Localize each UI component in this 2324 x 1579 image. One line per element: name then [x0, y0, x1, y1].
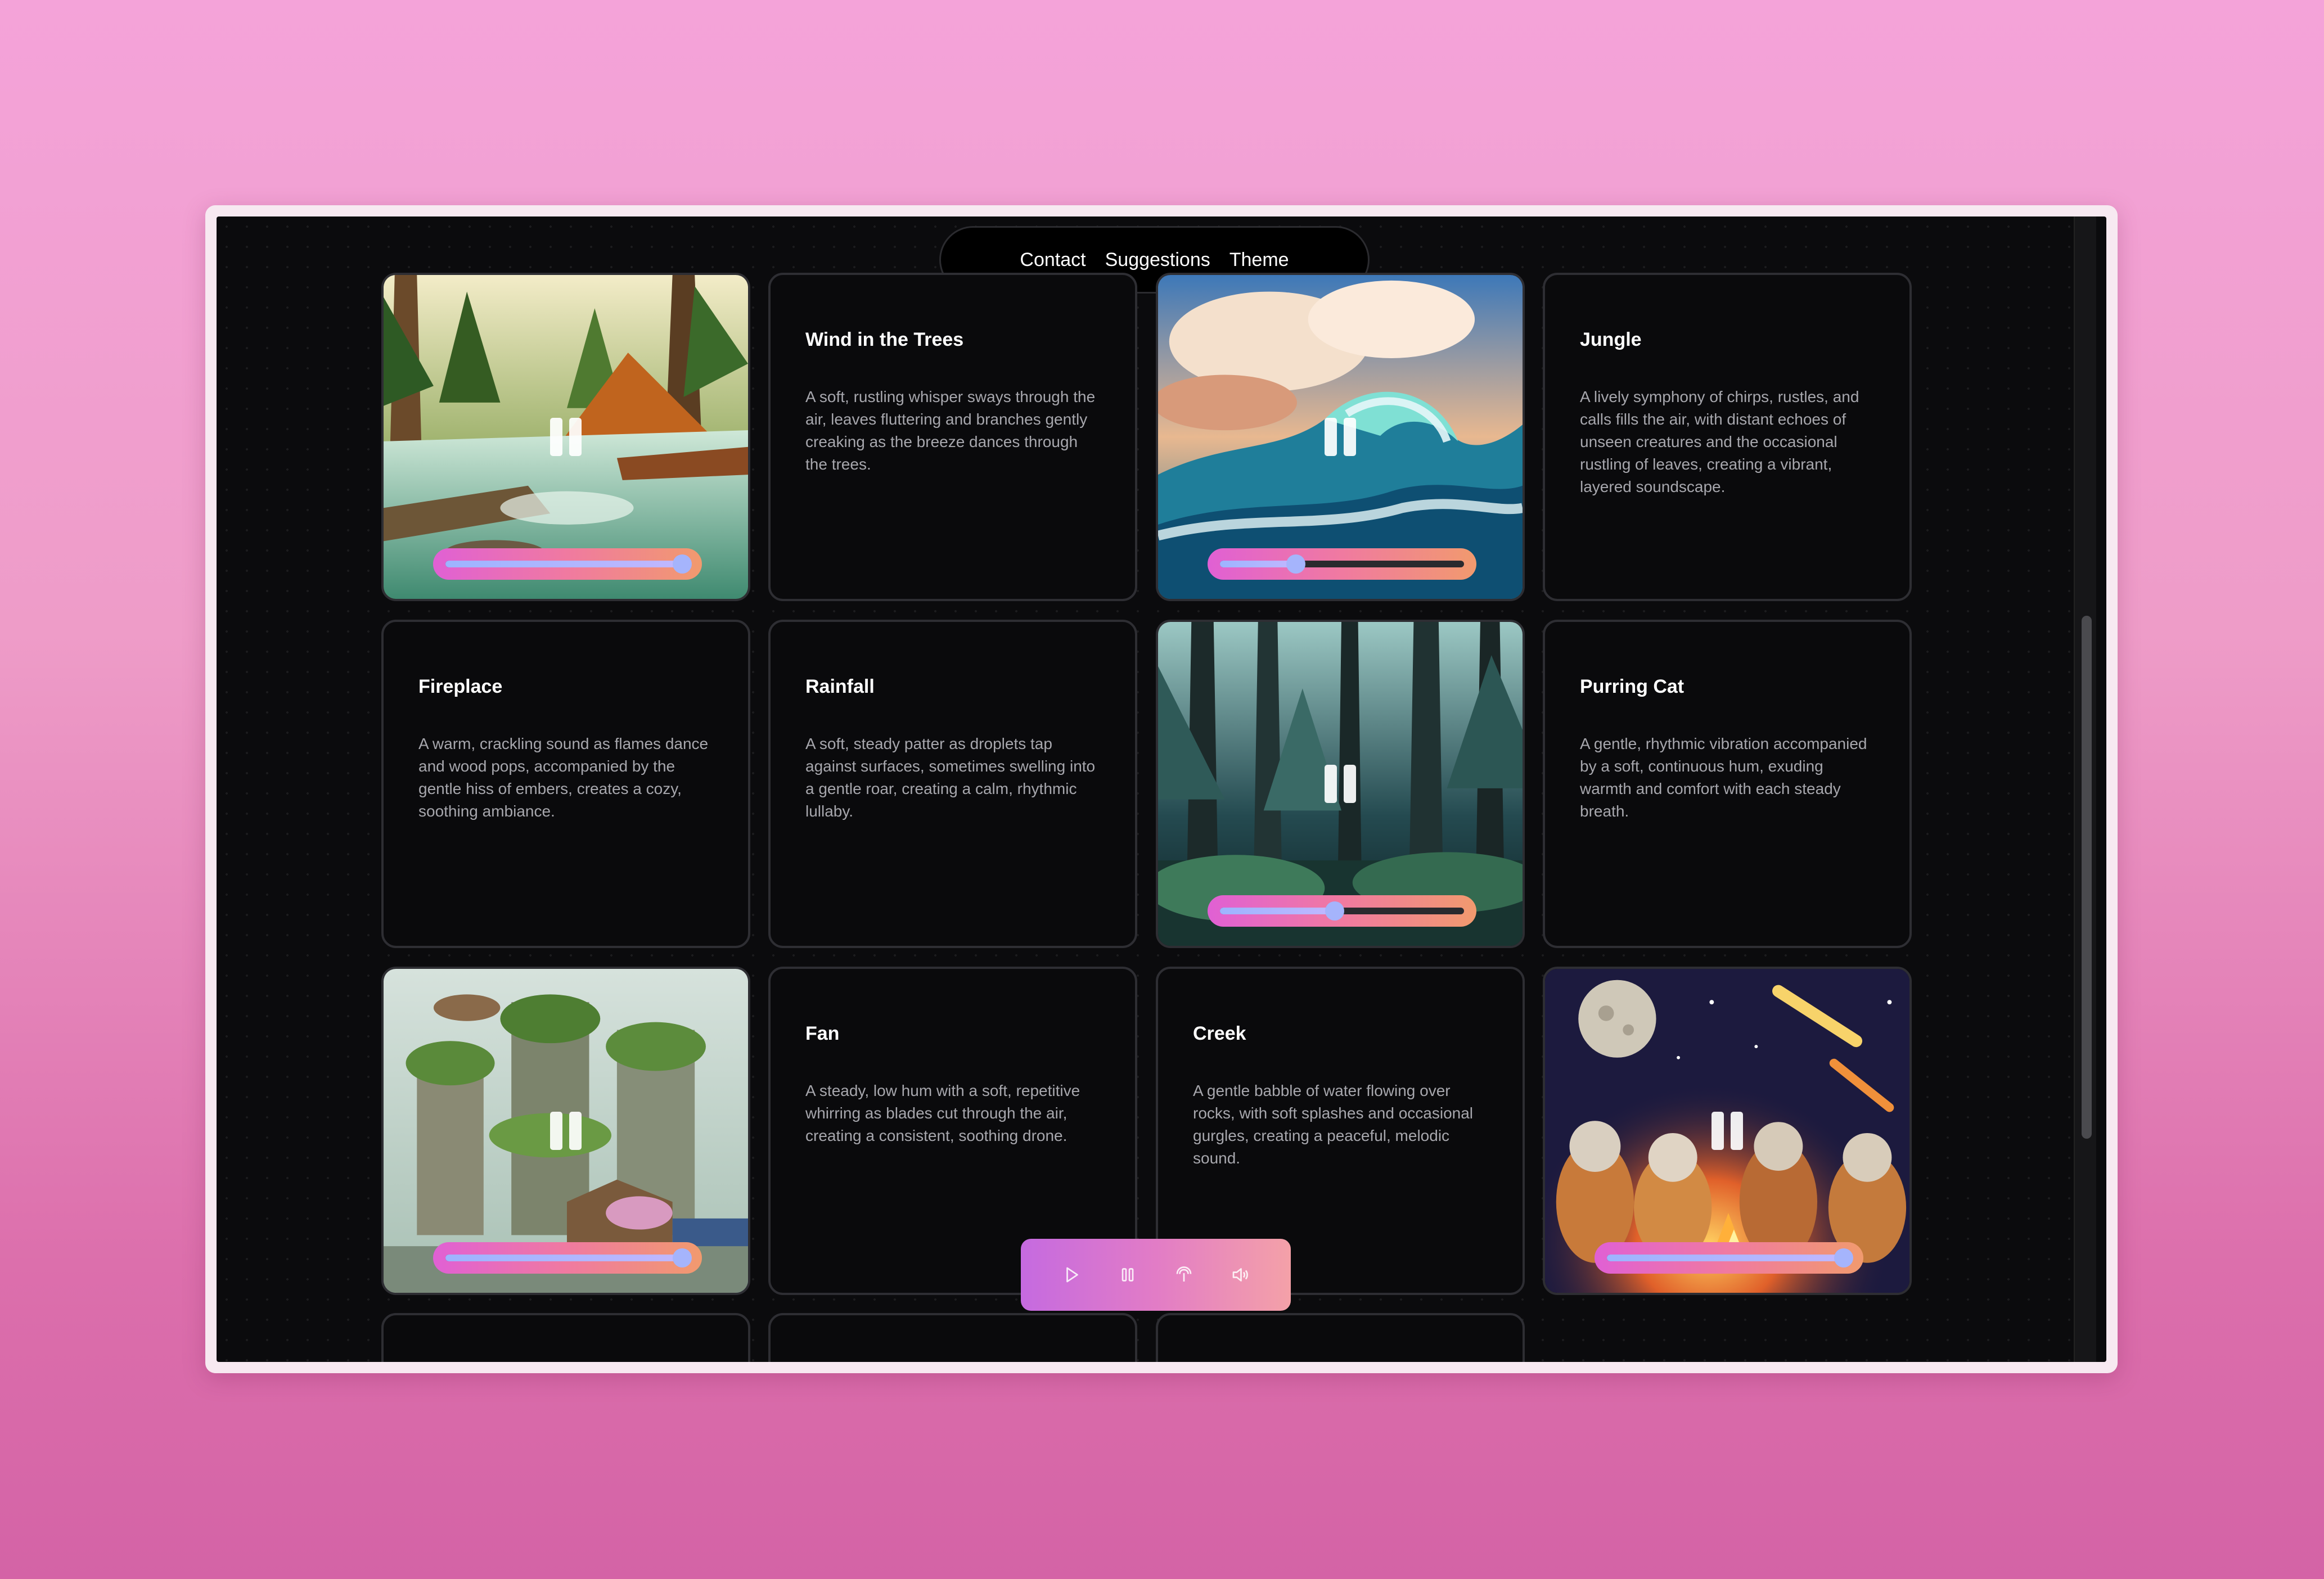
card-title: Creek	[1193, 1023, 1246, 1044]
volume-slider-waves[interactable]	[1208, 548, 1476, 580]
volume-slider-forest[interactable]	[1208, 895, 1476, 927]
sound-card-partial[interactable]	[768, 1313, 1137, 1362]
sound-card-partial[interactable]	[381, 1313, 750, 1362]
global-player-bar	[1021, 1239, 1291, 1311]
card-description: A warm, crackling sound as flames dance …	[418, 735, 709, 820]
app-window: Contact Suggestions Theme Wind in the Tr…	[205, 205, 2118, 1373]
volume-icon[interactable]	[1223, 1258, 1257, 1292]
sound-card-campfire[interactable]	[1543, 967, 1912, 1295]
card-description: A soft, steady patter as droplets tap ag…	[805, 735, 1096, 820]
pause-icon[interactable]	[550, 418, 582, 456]
sound-card-rainfall[interactable]: Rainfall A soft, steady patter as drople…	[768, 620, 1137, 948]
card-description: A lively symphony of chirps, rustles, an…	[1580, 388, 1859, 495]
sound-card-fireplace[interactable]: Fireplace A warm, crackling sound as fla…	[381, 620, 750, 948]
card-title: Rainfall	[805, 676, 875, 697]
volume-slider-river[interactable]	[433, 548, 702, 580]
volume-slider-campfire[interactable]	[1595, 1242, 1863, 1274]
app-screen: Contact Suggestions Theme Wind in the Tr…	[217, 216, 2106, 1362]
sound-card-jungle[interactable]: Jungle A lively symphony of chirps, rust…	[1543, 273, 1912, 601]
nav-contact[interactable]: Contact	[1020, 249, 1086, 271]
sound-card-forest[interactable]	[1156, 620, 1525, 948]
pause-icon[interactable]	[1325, 418, 1356, 456]
card-title: Wind in the Trees	[805, 329, 964, 350]
sound-card-cat[interactable]: Purring Cat A gentle, rhythmic vibration…	[1543, 620, 1912, 948]
card-description: A gentle babble of water flowing over ro…	[1193, 1082, 1474, 1167]
nav-suggestions[interactable]: Suggestions	[1105, 249, 1210, 271]
card-description: A steady, low hum with a soft, repetitiv…	[805, 1082, 1080, 1144]
card-title: Fireplace	[418, 676, 503, 697]
card-title: Fan	[805, 1023, 840, 1044]
pause-icon[interactable]	[1325, 765, 1356, 803]
card-title: Jungle	[1580, 329, 1642, 350]
broadcast-icon[interactable]	[1167, 1258, 1201, 1292]
sound-card-river[interactable]	[381, 273, 750, 601]
play-icon[interactable]	[1055, 1258, 1088, 1292]
card-description: A gentle, rhythmic vibration accompanied…	[1580, 735, 1867, 820]
card-title: Purring Cat	[1580, 676, 1685, 697]
volume-slider-city[interactable]	[433, 1242, 702, 1274]
pause-icon[interactable]	[550, 1112, 582, 1150]
sound-card-city[interactable]	[381, 967, 750, 1295]
pause-icon[interactable]	[1712, 1112, 1743, 1150]
sound-card-partial[interactable]	[1156, 1313, 1525, 1362]
card-description: A soft, rustling whisper sways through t…	[805, 388, 1096, 473]
sound-card-waves[interactable]	[1156, 273, 1525, 601]
pause-icon[interactable]	[1111, 1258, 1145, 1292]
nav-theme[interactable]: Theme	[1229, 249, 1289, 271]
sound-card-wind[interactable]: Wind in the Trees A soft, rustling whisp…	[768, 273, 1137, 601]
scrollbar-thumb[interactable]	[2082, 616, 2092, 1139]
